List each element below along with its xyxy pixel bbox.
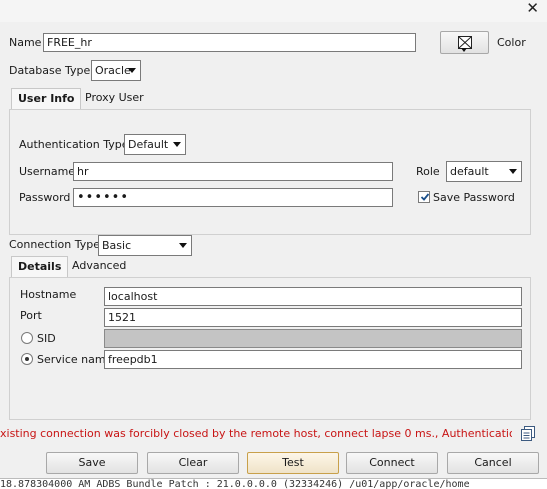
role-label: Role (416, 165, 440, 178)
username-field[interactable]: hr (73, 162, 393, 181)
clear-button[interactable]: Clear (147, 452, 239, 474)
connect-button[interactable]: Connect (346, 452, 438, 474)
cancel-button[interactable]: Cancel (447, 452, 539, 474)
name-field[interactable]: FREE_hr (43, 33, 416, 52)
port-label: Port (20, 309, 42, 322)
color-button[interactable] (440, 31, 489, 54)
port-field[interactable]: 1521 (104, 308, 522, 327)
database-type-select[interactable]: Oracle (91, 60, 141, 81)
tab-advanced[interactable]: Advanced (66, 256, 132, 278)
close-icon[interactable]: ✕ (526, 0, 539, 17)
chevron-down-icon (128, 68, 136, 73)
role-value: default (450, 165, 489, 178)
hostname-field[interactable]: localhost (104, 287, 522, 306)
status-message: xisting connection was forcibly closed b… (0, 427, 512, 440)
database-type-label: Database Type (9, 64, 91, 77)
service-name-radio[interactable] (21, 353, 33, 365)
sid-radio[interactable] (21, 332, 33, 344)
service-name-field[interactable]: freepdb1 (104, 350, 522, 369)
connection-type-value: Basic (102, 239, 132, 252)
tab-proxy-user[interactable]: Proxy User (79, 88, 150, 110)
copy-icon[interactable] (520, 425, 536, 444)
tab-details[interactable]: Details (11, 256, 69, 278)
username-label: Username (19, 165, 76, 178)
tab-user-info[interactable]: User Info (11, 88, 82, 110)
connection-type-label: Connection Type (9, 238, 101, 251)
chevron-down-icon (509, 169, 517, 174)
chevron-down-icon (179, 243, 187, 248)
test-button[interactable]: Test (247, 452, 339, 474)
name-label: Name (9, 36, 42, 49)
database-type-value: Oracle (95, 64, 131, 77)
password-field[interactable]: •••••• (73, 188, 393, 207)
sid-field[interactable] (104, 329, 522, 348)
auth-type-value: Default (128, 138, 169, 151)
sid-label: SID (37, 332, 56, 345)
chevron-down-icon (461, 48, 467, 52)
auth-type-select[interactable]: Default (124, 134, 186, 155)
service-name-label: Service name (37, 353, 113, 366)
save-password-checkbox[interactable] (418, 191, 430, 203)
role-select[interactable]: default (446, 161, 522, 182)
save-password-label: Save Password (433, 191, 515, 204)
connection-type-select[interactable]: Basic (98, 235, 192, 256)
chevron-down-icon (173, 142, 181, 147)
color-label: Color (497, 36, 526, 49)
hostname-label: Hostname (20, 288, 77, 301)
color-swatch-icon (458, 36, 472, 56)
dialog-title-bar (0, 0, 547, 22)
auth-type-label: Authentication Type (19, 138, 129, 151)
console-output: 18.878304000 AM ADBS Bundle Patch : 21.0… (0, 478, 547, 489)
password-label: Password (19, 191, 71, 204)
checkmark-icon (420, 193, 430, 201)
save-button[interactable]: Save (46, 452, 138, 474)
